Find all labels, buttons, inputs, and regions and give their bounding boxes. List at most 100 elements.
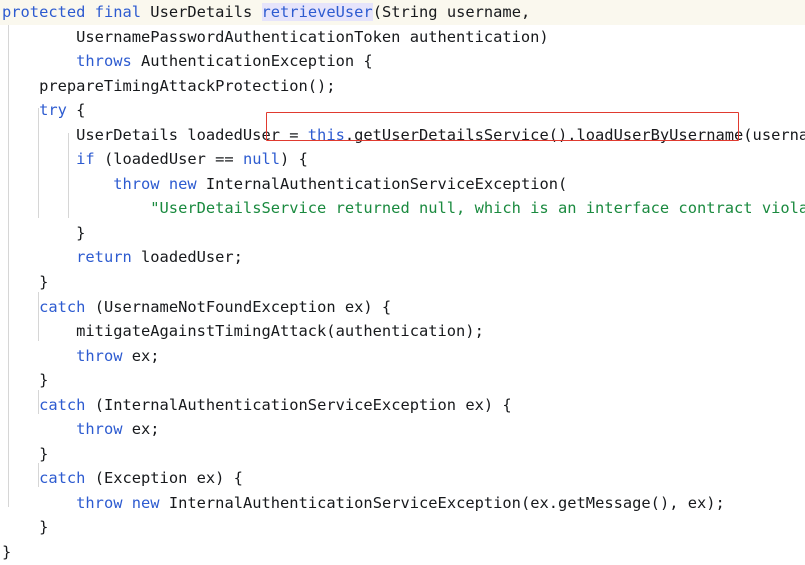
- code-line-content: try {: [0, 98, 85, 123]
- code-line[interactable]: }: [0, 515, 805, 540]
- code-token-text: UsernamePasswordAuthenticationToken auth…: [2, 27, 549, 46]
- code-line-content: prepareTimingAttackProtection();: [0, 74, 336, 99]
- code-token-text: (InternalAuthenticationServiceException …: [85, 395, 512, 414]
- code-lines-container[interactable]: protected final UserDetails retrieveUser…: [0, 0, 805, 565]
- code-token-text: (Exception ex) {: [85, 469, 243, 488]
- code-line[interactable]: throw ex;: [0, 417, 805, 442]
- code-line[interactable]: throw new InternalAuthenticationServiceE…: [0, 172, 805, 197]
- code-token-keyword: new: [131, 493, 160, 512]
- code-line[interactable]: throw ex;: [0, 344, 805, 369]
- code-token-keyword: new: [168, 174, 197, 193]
- code-line-content: catch (Exception ex) {: [0, 466, 243, 491]
- code-line-content: mitigateAgainstTimingAttack(authenticati…: [0, 319, 484, 344]
- code-token-highlighted-identifier: retrieveUser: [261, 3, 373, 21]
- code-line[interactable]: catch (Exception ex) {: [0, 466, 805, 491]
- code-token-text: InternalAuthenticationServiceException(e…: [159, 493, 725, 512]
- code-token-text: (loadedUser ==: [94, 150, 243, 169]
- code-line[interactable]: "UserDetailsService returned null, which…: [0, 196, 805, 221]
- code-token-text: AuthenticationException {: [131, 52, 373, 71]
- code-line[interactable]: }: [0, 540, 805, 565]
- code-line[interactable]: }: [0, 368, 805, 393]
- code-token-text: }: [2, 371, 49, 390]
- code-line-content: throw ex;: [0, 344, 160, 369]
- code-token-text: ex;: [122, 420, 160, 439]
- code-line-content: throw new InternalAuthenticationServiceE…: [0, 491, 725, 516]
- code-token-keyword: throw: [76, 493, 123, 512]
- code-line-content: throws AuthenticationException {: [0, 49, 373, 74]
- code-line[interactable]: UserDetails loadedUser = this.getUserDet…: [0, 123, 805, 148]
- code-line-content: UserDetails loadedUser = this.getUserDet…: [0, 123, 805, 148]
- code-token-keyword: catch: [39, 395, 86, 414]
- code-token-text: }: [2, 223, 86, 242]
- code-token-keyword: throw: [113, 174, 160, 193]
- code-token-text: prepareTimingAttackProtection();: [2, 76, 336, 95]
- code-token-text: mitigateAgainstTimingAttack(authenticati…: [2, 322, 484, 341]
- code-line-content: catch (UsernameNotFoundException ex) {: [0, 295, 391, 320]
- code-token-text: UserDetails: [141, 3, 262, 21]
- code-token-text: .getUserDetailsService().loadUserByUsern…: [344, 125, 805, 144]
- code-token-text: (UsernameNotFoundException ex) {: [85, 297, 392, 316]
- code-token-keyword: return: [76, 248, 132, 267]
- code-editor-viewport[interactable]: protected final UserDetails retrieveUser…: [0, 0, 805, 561]
- code-token-keyword: try: [39, 101, 67, 120]
- code-token-string: "UserDetailsService returned null, which…: [150, 199, 805, 218]
- code-line[interactable]: catch (InternalAuthenticationServiceExce…: [0, 393, 805, 418]
- code-token-keyword: throw: [76, 346, 123, 365]
- code-line-content: throw new InternalAuthenticationServiceE…: [0, 172, 567, 197]
- code-line-content: protected final UserDetails retrieveUser…: [0, 0, 530, 25]
- code-token-text: }: [2, 543, 12, 562]
- code-line[interactable]: return loadedUser;: [0, 245, 805, 270]
- code-token-keyword: if: [76, 150, 95, 169]
- code-line-content: if (loadedUser == null) {: [0, 147, 308, 172]
- code-line[interactable]: mitigateAgainstTimingAttack(authenticati…: [0, 319, 805, 344]
- code-token-text: InternalAuthenticationServiceException(: [196, 174, 568, 193]
- code-line-content: }: [0, 221, 85, 246]
- code-token-text: }: [2, 444, 49, 463]
- code-line-content: UsernamePasswordAuthenticationToken auth…: [0, 25, 549, 50]
- code-token-keyword: protected: [2, 3, 86, 21]
- code-line-content: catch (InternalAuthenticationServiceExce…: [0, 393, 512, 418]
- code-token-keyword: throws: [76, 52, 132, 71]
- code-token-text: }: [2, 273, 49, 292]
- code-token-text: ex;: [122, 346, 160, 365]
- code-line[interactable]: prepareTimingAttackProtection();: [0, 74, 805, 99]
- code-token-text: (String username,: [372, 3, 531, 21]
- code-token-keyword: final: [94, 3, 142, 21]
- code-token-keyword: throw: [76, 420, 123, 439]
- code-token-text: loadedUser;: [131, 248, 243, 267]
- code-line-content: }: [0, 515, 48, 540]
- code-line[interactable]: if (loadedUser == null) {: [0, 147, 805, 172]
- code-line[interactable]: }: [0, 221, 805, 246]
- code-line[interactable]: protected final UserDetails retrieveUser…: [0, 0, 805, 25]
- code-token-keyword: null: [242, 150, 281, 169]
- code-line[interactable]: throw new InternalAuthenticationServiceE…: [0, 491, 805, 516]
- code-line[interactable]: }: [0, 442, 805, 467]
- code-line[interactable]: }: [0, 270, 805, 295]
- code-line[interactable]: catch (UsernameNotFoundException ex) {: [0, 295, 805, 320]
- code-line[interactable]: UsernamePasswordAuthenticationToken auth…: [0, 25, 805, 50]
- code-line-content: "UserDetailsService returned null, which…: [0, 196, 805, 221]
- code-token-keyword: catch: [39, 297, 86, 316]
- code-line-content: }: [0, 442, 48, 467]
- code-line-content: throw ex;: [0, 417, 160, 442]
- code-token-text: UserDetails loadedUser =: [2, 125, 308, 144]
- code-token-text: ) {: [280, 150, 308, 169]
- code-line[interactable]: throws AuthenticationException {: [0, 49, 805, 74]
- code-line[interactable]: try {: [0, 98, 805, 123]
- code-line-content: return loadedUser;: [0, 245, 243, 270]
